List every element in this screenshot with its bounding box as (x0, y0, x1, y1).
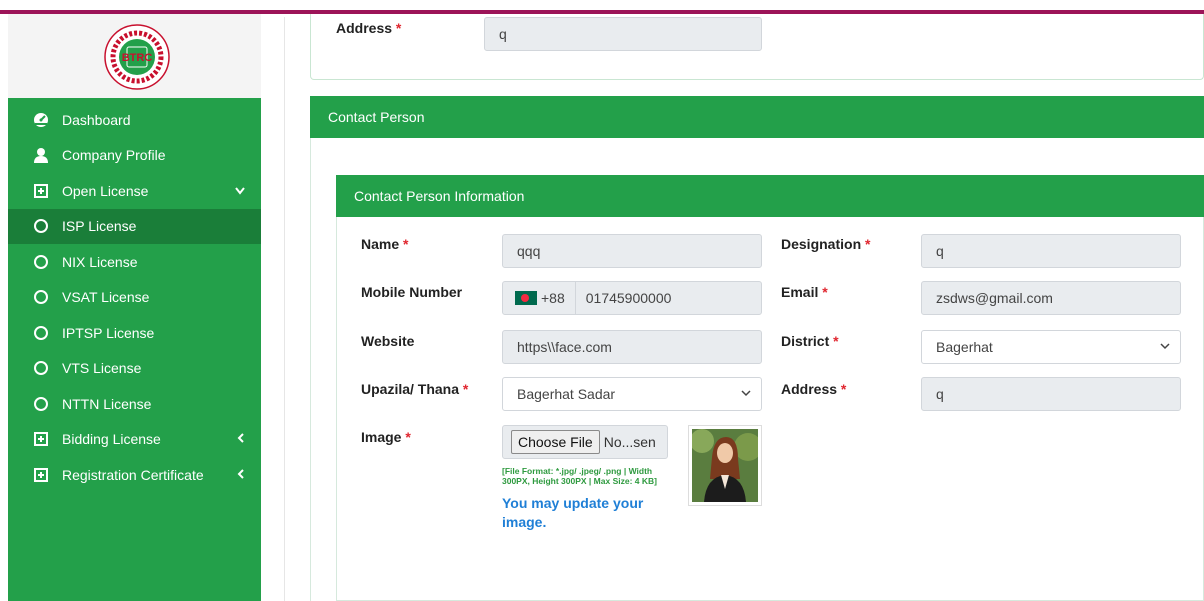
dashboard-icon (32, 111, 50, 129)
sidebar-item-label: NIX License (62, 253, 138, 270)
plus-square-icon (32, 430, 50, 448)
bangladesh-flag-icon (515, 291, 537, 305)
sidebar-item-label: VTS License (62, 360, 142, 377)
mobile-number-value: 01745900000 (585, 290, 672, 306)
sidebar-item-nttn-license[interactable]: NTTN License (8, 386, 261, 422)
address-field[interactable]: q (484, 17, 762, 51)
content-divider (284, 17, 285, 601)
sidebar-item-bidding-license[interactable]: Bidding License (8, 422, 261, 458)
circle-icon (32, 359, 50, 377)
circle-icon (32, 288, 50, 306)
logo-text: BTRC (122, 52, 153, 64)
country-code[interactable]: +88 (541, 281, 576, 315)
circle-icon (32, 395, 50, 413)
address-label: Address * (336, 20, 402, 36)
sidebar-item-label: Bidding License (62, 431, 161, 448)
circle-icon (32, 217, 50, 235)
name-label: Name * (361, 236, 409, 252)
sidebar-item-isp-license[interactable]: ISP License (8, 208, 261, 244)
circle-icon (32, 253, 50, 271)
upazila-label: Upazila/ Thana * (361, 381, 469, 397)
sidebar-item-registration-certificate[interactable]: Registration Certificate (8, 457, 261, 493)
circle-icon (32, 324, 50, 342)
choose-file-button[interactable]: Choose File (511, 430, 600, 454)
mobile-field[interactable]: +88 01745900000 (502, 281, 762, 315)
district-label: District * (781, 333, 839, 349)
district-select[interactable]: Bagerhat (921, 330, 1181, 364)
sidebar-item-label: Open License (62, 182, 149, 199)
website-field[interactable]: https\\face.com (502, 330, 762, 364)
profile-photo-image (690, 429, 762, 502)
file-status-text: No...sen (603, 434, 656, 450)
upazila-select[interactable]: Bagerhat Sadar (502, 377, 762, 411)
chevron-down-icon (235, 184, 245, 198)
chevron-left-icon (237, 432, 245, 446)
plus-square-icon (32, 466, 50, 484)
designation-label: Designation * (781, 236, 871, 252)
sidebar-item-nix-license[interactable]: NIX License (8, 244, 261, 280)
sidebar-item-label: Registration Certificate (62, 466, 204, 483)
contact-info-header: Contact Person Information (336, 175, 1204, 217)
email-field[interactable]: zsdws@gmail.com (921, 281, 1181, 315)
sidebar-item-iptsp-license[interactable]: IPTSP License (8, 315, 261, 351)
chevron-down-icon (741, 388, 751, 400)
mobile-label: Mobile Number (361, 284, 463, 300)
plus-square-icon (32, 182, 50, 200)
logo-area: BTRC (8, 14, 261, 98)
sidebar: BTRC Dashboard Company Profile Open Lice… (8, 14, 261, 601)
btrc-logo[interactable]: BTRC (102, 22, 172, 92)
sidebar-item-label: Dashboard (62, 111, 131, 128)
sidebar-item-vsat-license[interactable]: VSAT License (8, 280, 261, 316)
profile-photo (688, 425, 762, 506)
chevron-down-icon (1160, 341, 1170, 353)
name-field[interactable]: qqq (502, 234, 762, 268)
address-label-2: Address * (781, 381, 847, 397)
contact-address-field[interactable]: q (921, 377, 1181, 411)
image-label: Image * (361, 429, 411, 445)
sidebar-item-label: Company Profile (62, 147, 166, 164)
designation-field[interactable]: q (921, 234, 1181, 268)
sidebar-nav: Dashboard Company Profile Open License I… (8, 102, 261, 493)
user-icon (32, 146, 50, 164)
update-image-text: You may update your image. (502, 495, 644, 530)
sidebar-item-label: ISP License (62, 218, 137, 235)
file-format-hint: [File Format: *.jpg/ .jpeg/ .png | Width… (502, 466, 657, 486)
sidebar-item-label: NTTN License (62, 395, 152, 412)
sidebar-item-label: IPTSP License (62, 324, 155, 341)
sidebar-item-label: VSAT License (62, 289, 150, 306)
sidebar-item-company-profile[interactable]: Company Profile (8, 138, 261, 174)
chevron-left-icon (237, 468, 245, 482)
sidebar-item-dashboard[interactable]: Dashboard (8, 102, 261, 138)
contact-person-header: Contact Person (310, 96, 1204, 138)
sidebar-item-open-license[interactable]: Open License (8, 173, 261, 209)
sidebar-item-vts-license[interactable]: VTS License (8, 351, 261, 387)
website-label: Website (361, 333, 415, 349)
image-file-input[interactable]: Choose File No...sen (502, 425, 668, 459)
email-label: Email * (781, 284, 828, 300)
